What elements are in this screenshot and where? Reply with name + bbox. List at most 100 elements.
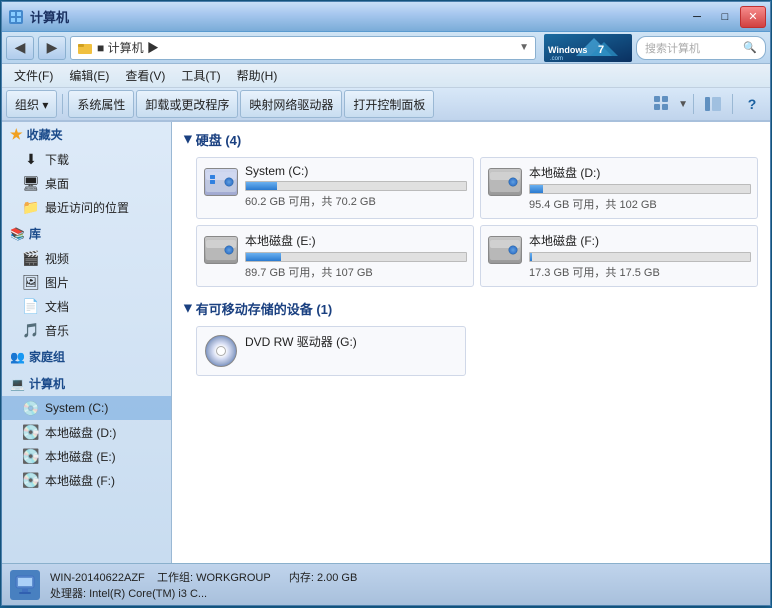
sidebar-item-pictures[interactable]: 🖼 图片	[2, 270, 171, 294]
drive-c-bar	[246, 182, 277, 190]
main-window: 计算机 ─ □ ✕ ◀ ▶ ■ 计算机 ▶ ▼	[1, 1, 771, 606]
sidebar-item-f-drive[interactable]: 💽 本地磁盘 (F:)	[2, 468, 171, 492]
sidebar-library-header[interactable]: 📚 库	[2, 221, 171, 246]
address-box[interactable]: ■ 计算机 ▶ ▼	[70, 36, 536, 60]
star-icon: ★	[10, 126, 23, 143]
drive-f-bar-wrap	[529, 252, 751, 262]
drive-d-size: 95.4 GB 可用，共 102 GB	[529, 196, 751, 212]
sidebar-item-video[interactable]: 🎬 视频	[2, 246, 171, 270]
drive-c-size: 60.2 GB 可用，共 70.2 GB	[245, 193, 467, 209]
memory-label: 内存: 2.00 GB	[289, 572, 357, 584]
statusbar-info: WIN-20140622AZF 工作组: WORKGROUP 内存: 2.00 …	[50, 569, 762, 601]
downloads-icon: ⬇	[22, 150, 40, 168]
content-area: 硬盘 (4)	[172, 122, 770, 563]
window-title: 计算机	[30, 7, 69, 26]
view-options-button[interactable]	[648, 90, 676, 118]
music-icon: 🎵	[22, 321, 40, 339]
sidebar-item-c-drive[interactable]: 💿 System (C:)	[2, 396, 171, 420]
sidebar-item-e-drive[interactable]: 💽 本地磁盘 (E:)	[2, 444, 171, 468]
e-drive-icon: 💽	[22, 447, 40, 465]
removable-header[interactable]: 有可移动存储的设备 (1)	[184, 299, 758, 318]
address-dropdown-arrow[interactable]: ▼	[519, 42, 529, 53]
pc-icon	[10, 570, 40, 600]
search-box[interactable]: 搜索计算机 🔍	[636, 36, 766, 60]
drive-c[interactable]: System (C:) 60.2 GB 可用，共 70.2 GB	[196, 157, 474, 219]
drive-e-size: 89.7 GB 可用，共 107 GB	[245, 264, 467, 280]
sidebar-item-documents[interactable]: 📄 文档	[2, 294, 171, 318]
sidebar: ★ 收藏夹 ⬇ 下载 🖥 桌面 📁 最近访问的位置	[2, 122, 172, 563]
drive-f-icon	[487, 232, 523, 268]
drive-d[interactable]: 本地磁盘 (D:) 95.4 GB 可用，共 102 GB	[480, 157, 758, 219]
view-icon	[653, 95, 671, 113]
drive-e[interactable]: 本地磁盘 (E:) 89.7 GB 可用，共 107 GB	[196, 225, 474, 287]
menu-file[interactable]: 文件(F)	[6, 65, 61, 86]
sidebar-item-music[interactable]: 🎵 音乐	[2, 318, 171, 342]
menu-help[interactable]: 帮助(H)	[229, 65, 286, 86]
drive-f-info: 本地磁盘 (F:) 17.3 GB 可用，共 17.5 GB	[529, 232, 751, 280]
menu-edit[interactable]: 编辑(E)	[61, 65, 117, 86]
forward-button[interactable]: ▶	[38, 36, 66, 60]
menu-tools[interactable]: 工具(T)	[173, 65, 228, 86]
f-drive-icon: 💽	[22, 471, 40, 489]
hard-disks-header[interactable]: 硬盘 (4)	[184, 130, 758, 149]
library-label: 库	[29, 225, 41, 242]
sidebar-homegroup-header[interactable]: 👥 家庭组	[2, 344, 171, 369]
map-drive-button[interactable]: 映射网络驱动器	[240, 90, 342, 118]
hard-disks-label: 硬盘 (4)	[196, 130, 242, 149]
sidebar-item-desktop[interactable]: 🖥 桌面	[2, 171, 171, 195]
drive-c-icon	[203, 164, 239, 200]
drive-d-bar-wrap	[529, 184, 751, 194]
back-button[interactable]: ◀	[6, 36, 34, 60]
search-placeholder: 搜索计算机	[645, 40, 700, 56]
drive-f[interactable]: 本地磁盘 (F:) 17.3 GB 可用，共 17.5 GB	[480, 225, 758, 287]
statusbar-line2: 处理器: Intel(R) Core(TM) i3 C...	[50, 585, 762, 601]
drive-f-name: 本地磁盘 (F:)	[529, 232, 751, 249]
organize-button[interactable]: 组织 ▾	[6, 90, 57, 118]
window-icon	[6, 7, 26, 27]
pane-toggle-button[interactable]	[699, 90, 727, 118]
removable-drives: DVD RW 驱动器 (G:)	[184, 326, 758, 376]
music-label: 音乐	[45, 322, 69, 339]
titlebar: 计算机 ─ □ ✕	[2, 2, 770, 32]
sidebar-computer-header[interactable]: 💻 计算机	[2, 371, 171, 396]
drive-c-name: System (C:)	[245, 164, 467, 178]
documents-icon: 📄	[22, 297, 40, 315]
sidebar-item-downloads[interactable]: ⬇ 下载	[2, 147, 171, 171]
svg-text:Windows: Windows	[548, 45, 587, 55]
dvd-disc-icon	[205, 335, 237, 367]
menu-bar: 文件(F) 编辑(E) 查看(V) 工具(T) 帮助(H)	[2, 64, 770, 88]
sidebar-item-d-drive[interactable]: 💽 本地磁盘 (D:)	[2, 420, 171, 444]
recent-icon: 📁	[22, 198, 40, 216]
search-icon: 🔍	[743, 41, 757, 54]
sidebar-favorites-header[interactable]: ★ 收藏夹	[2, 122, 171, 147]
drive-d-bar	[530, 185, 543, 193]
computer-name: WIN-20140622AZF	[50, 572, 145, 584]
homegroup-label: 家庭组	[29, 348, 65, 365]
drive-g[interactable]: DVD RW 驱动器 (G:)	[196, 326, 466, 376]
drive-e-icon	[203, 232, 239, 268]
help-button[interactable]: ?	[738, 90, 766, 118]
drive-g-name: DVD RW 驱动器 (G:)	[245, 333, 459, 350]
drive-e-bar-wrap	[245, 252, 467, 262]
maximize-button[interactable]: □	[712, 6, 738, 28]
menu-view[interactable]: 查看(V)	[117, 65, 173, 86]
downloads-label: 下载	[45, 151, 69, 168]
minimize-button[interactable]: ─	[684, 6, 710, 28]
processor-label: 处理器: Intel(R) Core(TM) i3 C...	[50, 588, 207, 600]
uninstall-button[interactable]: 卸载或更改程序	[136, 90, 238, 118]
folder-icon	[77, 40, 93, 56]
statusbar-line1: WIN-20140622AZF 工作组: WORKGROUP 内存: 2.00 …	[50, 569, 762, 585]
sidebar-section-homegroup: 👥 家庭组	[2, 344, 171, 369]
e-drive-label: 本地磁盘 (E:)	[45, 448, 116, 465]
desktop-icon: 🖥	[22, 174, 40, 192]
close-button[interactable]: ✕	[740, 6, 766, 28]
drive-d-name: 本地磁盘 (D:)	[529, 164, 751, 181]
system-props-button[interactable]: 系统属性	[68, 90, 134, 118]
drive-f-size: 17.3 GB 可用，共 17.5 GB	[529, 264, 751, 280]
control-panel-button[interactable]: 打开控制面板	[344, 90, 434, 118]
pane-icon	[704, 95, 722, 113]
svg-text:.com: .com	[550, 56, 563, 62]
address-text: ■ 计算机 ▶	[97, 39, 159, 56]
sidebar-item-recent[interactable]: 📁 最近访问的位置	[2, 195, 171, 219]
view-dropdown-arrow[interactable]: ▼	[678, 99, 688, 110]
